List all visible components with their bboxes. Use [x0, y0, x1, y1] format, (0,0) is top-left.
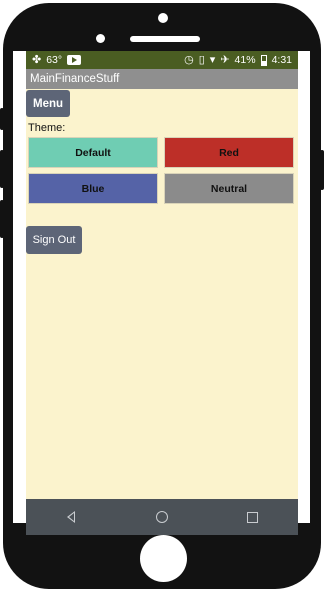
main-content: Menu Theme: Default Red Blue Neutral Sig… [26, 89, 298, 499]
home-circle-icon [155, 511, 168, 523]
theme-label: Theme: [28, 122, 66, 134]
theme-neutral-button[interactable]: Neutral [164, 173, 294, 204]
youtube-icon [67, 55, 82, 65]
sign-out-button[interactable]: Sign Out [26, 226, 82, 254]
back-triangle-icon [67, 511, 76, 523]
theme-blue-button[interactable]: Blue [28, 173, 158, 204]
menu-button[interactable]: Menu [26, 90, 70, 117]
theme-red-button[interactable]: Red [164, 137, 294, 168]
volume-button [0, 108, 4, 130]
nav-back-button[interactable] [51, 499, 91, 535]
wifi-icon: ▾ [209, 54, 216, 66]
nav-home-button[interactable] [142, 499, 182, 535]
vibrate-icon: ▯ [198, 54, 205, 66]
volume-button [0, 200, 4, 238]
airplane-icon: ✈ [220, 54, 230, 66]
pinwheel-icon: ✤ [32, 54, 42, 66]
recents-square-icon [247, 511, 259, 523]
theme-default-button[interactable]: Default [28, 137, 158, 168]
clock: 4:31 [271, 54, 292, 66]
nav-recents-button[interactable] [233, 499, 273, 535]
earpiece-speaker [130, 36, 200, 42]
status-bar: ✤ 63° ◷ ▯ ▾ ✈ 41% 4:31 [26, 51, 298, 69]
app-title: MainFinanceStuff [30, 73, 120, 85]
battery-percent: 41% [234, 54, 256, 66]
app-title-bar: MainFinanceStuff [26, 69, 298, 89]
temperature: 63° [46, 54, 63, 66]
power-button [320, 150, 324, 190]
alarm-icon: ◷ [184, 54, 194, 66]
front-camera [96, 34, 105, 43]
physical-home-button[interactable] [140, 535, 187, 582]
front-sensor [158, 13, 168, 23]
volume-button [0, 150, 4, 188]
android-nav-bar [26, 499, 298, 535]
battery-icon [260, 54, 267, 66]
